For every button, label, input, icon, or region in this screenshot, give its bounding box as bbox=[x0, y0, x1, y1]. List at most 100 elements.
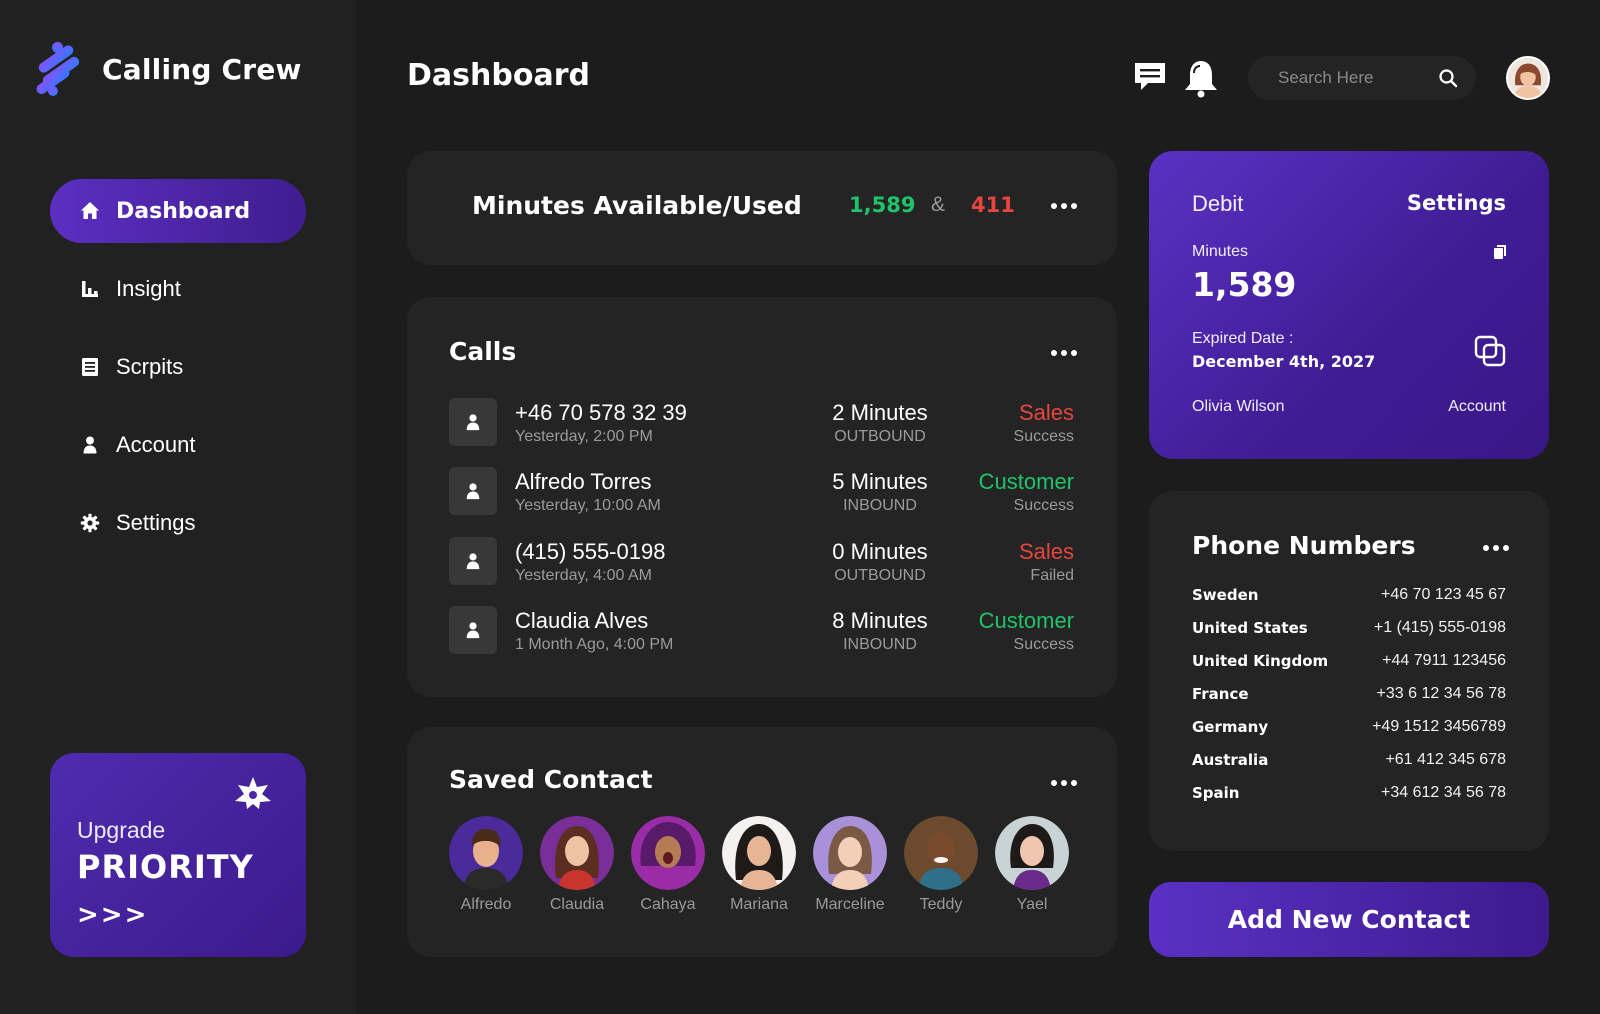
phone-row[interactable]: Spain +34 612 34 56 78 bbox=[1192, 784, 1506, 808]
contact-avatar bbox=[631, 816, 705, 890]
call-row[interactable]: +46 70 578 32 39 Yesterday, 2:00 PM 2 Mi… bbox=[449, 398, 1074, 450]
sidebar-item-settings[interactable]: Settings bbox=[50, 491, 306, 555]
phone-row[interactable]: Sweden +46 70 123 45 67 bbox=[1192, 586, 1506, 610]
call-row[interactable]: (415) 555-0198 Yesterday, 4:00 AM 0 Minu… bbox=[449, 537, 1074, 589]
user-icon bbox=[466, 553, 480, 570]
phone-numbers-card: Phone Numbers Sweden +46 70 123 45 67 Un… bbox=[1149, 491, 1549, 851]
phone-row[interactable]: United States +1 (415) 555-0198 bbox=[1192, 619, 1506, 643]
phone-number: +61 412 345 678 bbox=[1385, 751, 1506, 768]
contact-item[interactable]: Mariana bbox=[722, 816, 796, 914]
contact-item[interactable]: Yael bbox=[995, 816, 1069, 914]
call-row[interactable]: Alfredo Torres Yesterday, 10:00 AM 5 Min… bbox=[449, 467, 1074, 519]
gear-icon bbox=[80, 513, 100, 533]
sidebar-item-label: Dashboard bbox=[116, 198, 251, 224]
phone-country: United Kingdom bbox=[1192, 652, 1329, 670]
call-row[interactable]: Claudia Alves 1 Month Ago, 4:00 PM 8 Min… bbox=[449, 606, 1074, 658]
contact-avatar bbox=[995, 816, 1069, 890]
phone-row[interactable]: Germany +49 1512 3456789 bbox=[1192, 718, 1506, 742]
debit-settings-link[interactable]: Settings bbox=[1407, 191, 1506, 215]
search-bar[interactable] bbox=[1248, 56, 1476, 100]
user-icon bbox=[83, 436, 97, 454]
contact-item[interactable]: Teddy bbox=[904, 816, 978, 914]
phone-row[interactable]: France +33 6 12 34 56 78 bbox=[1192, 685, 1506, 709]
add-new-contact-button[interactable]: Add New Contact bbox=[1149, 882, 1549, 957]
call-direction: OUTBOUND bbox=[834, 428, 926, 445]
calls-card: Calls +46 70 578 32 39 Yesterday, 2:00 P… bbox=[407, 297, 1117, 697]
more-options-icon[interactable] bbox=[1051, 203, 1077, 209]
call-time: Yesterday, 4:00 AM bbox=[515, 567, 652, 584]
user-icon bbox=[466, 622, 480, 639]
more-options-icon[interactable] bbox=[1051, 350, 1077, 356]
contact-avatar bbox=[722, 816, 796, 890]
sidebar-item-label: Settings bbox=[116, 510, 196, 535]
copy-icon[interactable] bbox=[1494, 245, 1506, 259]
contact-avatar bbox=[540, 816, 614, 890]
contact-list: Alfredo Claudia Cahaya Mariana Marceline… bbox=[449, 816, 1069, 914]
sidebar-item-insight[interactable]: Insight bbox=[50, 257, 306, 321]
call-time: Yesterday, 10:00 AM bbox=[515, 497, 661, 514]
minutes-separator: & bbox=[931, 193, 946, 216]
bell-icon[interactable] bbox=[1182, 58, 1220, 98]
contact-name: Marceline bbox=[815, 896, 885, 913]
phone-number: +49 1512 3456789 bbox=[1372, 718, 1506, 735]
contact-name: Claudia bbox=[549, 896, 605, 913]
call-status: Success bbox=[1013, 428, 1074, 445]
contact-name: Cahaya bbox=[640, 896, 696, 913]
upgrade-arrows[interactable]: >>> bbox=[77, 900, 306, 930]
contact-item[interactable]: Claudia bbox=[540, 816, 614, 914]
avatar[interactable] bbox=[1506, 56, 1550, 100]
phone-number: +34 612 34 56 78 bbox=[1380, 784, 1506, 801]
call-direction: OUTBOUND bbox=[834, 567, 926, 584]
phone-row[interactable]: Australia +61 412 345 678 bbox=[1192, 751, 1506, 775]
debit-card: Debit Settings Minutes 1,589 Expired Dat… bbox=[1149, 151, 1549, 459]
debit-label: Debit bbox=[1192, 191, 1244, 216]
sidebar-item-label: Scrpits bbox=[116, 354, 184, 379]
contact-item[interactable]: Alfredo bbox=[449, 816, 523, 914]
phone-row[interactable]: United Kingdom +44 7911 123456 bbox=[1192, 652, 1506, 676]
app-name: Calling Crew bbox=[102, 52, 302, 86]
upgrade-priority-card[interactable]: Upgrade PRIORITY >>> bbox=[50, 753, 306, 957]
search-input[interactable] bbox=[1278, 68, 1428, 88]
phone-country: Sweden bbox=[1192, 586, 1259, 604]
contact-item[interactable]: Cahaya bbox=[631, 816, 705, 914]
call-duration: 0 Minutes bbox=[832, 539, 928, 564]
minutes-card: Minutes Available/Used 1,589 & 411 bbox=[407, 151, 1117, 265]
sidebar-item-account[interactable]: Account bbox=[50, 413, 306, 477]
chat-icon[interactable] bbox=[1132, 60, 1168, 94]
debit-minutes-value: 1,589 bbox=[1192, 265, 1297, 304]
call-type: Sales bbox=[1018, 539, 1074, 564]
phone-country: France bbox=[1192, 685, 1249, 703]
call-direction: INBOUND bbox=[843, 636, 917, 653]
logo[interactable]: Calling Crew bbox=[30, 40, 302, 98]
more-options-icon[interactable] bbox=[1483, 545, 1509, 551]
call-duration: 5 Minutes bbox=[832, 469, 928, 494]
minutes-title: Minutes Available/Used bbox=[472, 191, 802, 220]
contact-name: Mariana bbox=[730, 896, 788, 913]
page-title: Dashboard bbox=[407, 58, 590, 93]
call-contact: Alfredo Torres bbox=[515, 469, 652, 494]
duplicate-icon[interactable] bbox=[1474, 335, 1506, 367]
sidebar: Calling Crew Dashboard Insight Scrpits A… bbox=[0, 0, 356, 1014]
expired-date-value: December 4th, 2027 bbox=[1192, 352, 1376, 371]
phone-number: +1 (415) 555-0198 bbox=[1373, 619, 1506, 636]
phone-country: Germany bbox=[1192, 718, 1269, 736]
sidebar-item-label: Account bbox=[116, 432, 196, 457]
account-link[interactable]: Account bbox=[1448, 398, 1506, 416]
search-icon[interactable] bbox=[1438, 68, 1458, 88]
contact-avatar bbox=[813, 816, 887, 890]
saved-contacts-card: Saved Contact Alfredo Claudia Cahaya Mar… bbox=[407, 727, 1117, 957]
call-time: Yesterday, 2:00 PM bbox=[515, 428, 653, 445]
call-type: Customer bbox=[978, 608, 1074, 633]
phone-number: +46 70 123 45 67 bbox=[1380, 586, 1506, 603]
contact-avatar bbox=[449, 816, 523, 890]
calls-title: Calls bbox=[449, 337, 517, 366]
contact-item[interactable]: Marceline bbox=[813, 816, 887, 914]
minutes-used: 411 bbox=[971, 193, 1015, 217]
call-duration: 8 Minutes bbox=[832, 608, 928, 633]
sidebar-item-scripts[interactable]: Scrpits bbox=[50, 335, 306, 399]
call-direction: INBOUND bbox=[843, 497, 917, 514]
call-type: Sales bbox=[1018, 400, 1074, 425]
user-icon bbox=[466, 483, 480, 500]
more-options-icon[interactable] bbox=[1051, 780, 1077, 786]
sidebar-item-dashboard[interactable]: Dashboard bbox=[50, 179, 306, 243]
